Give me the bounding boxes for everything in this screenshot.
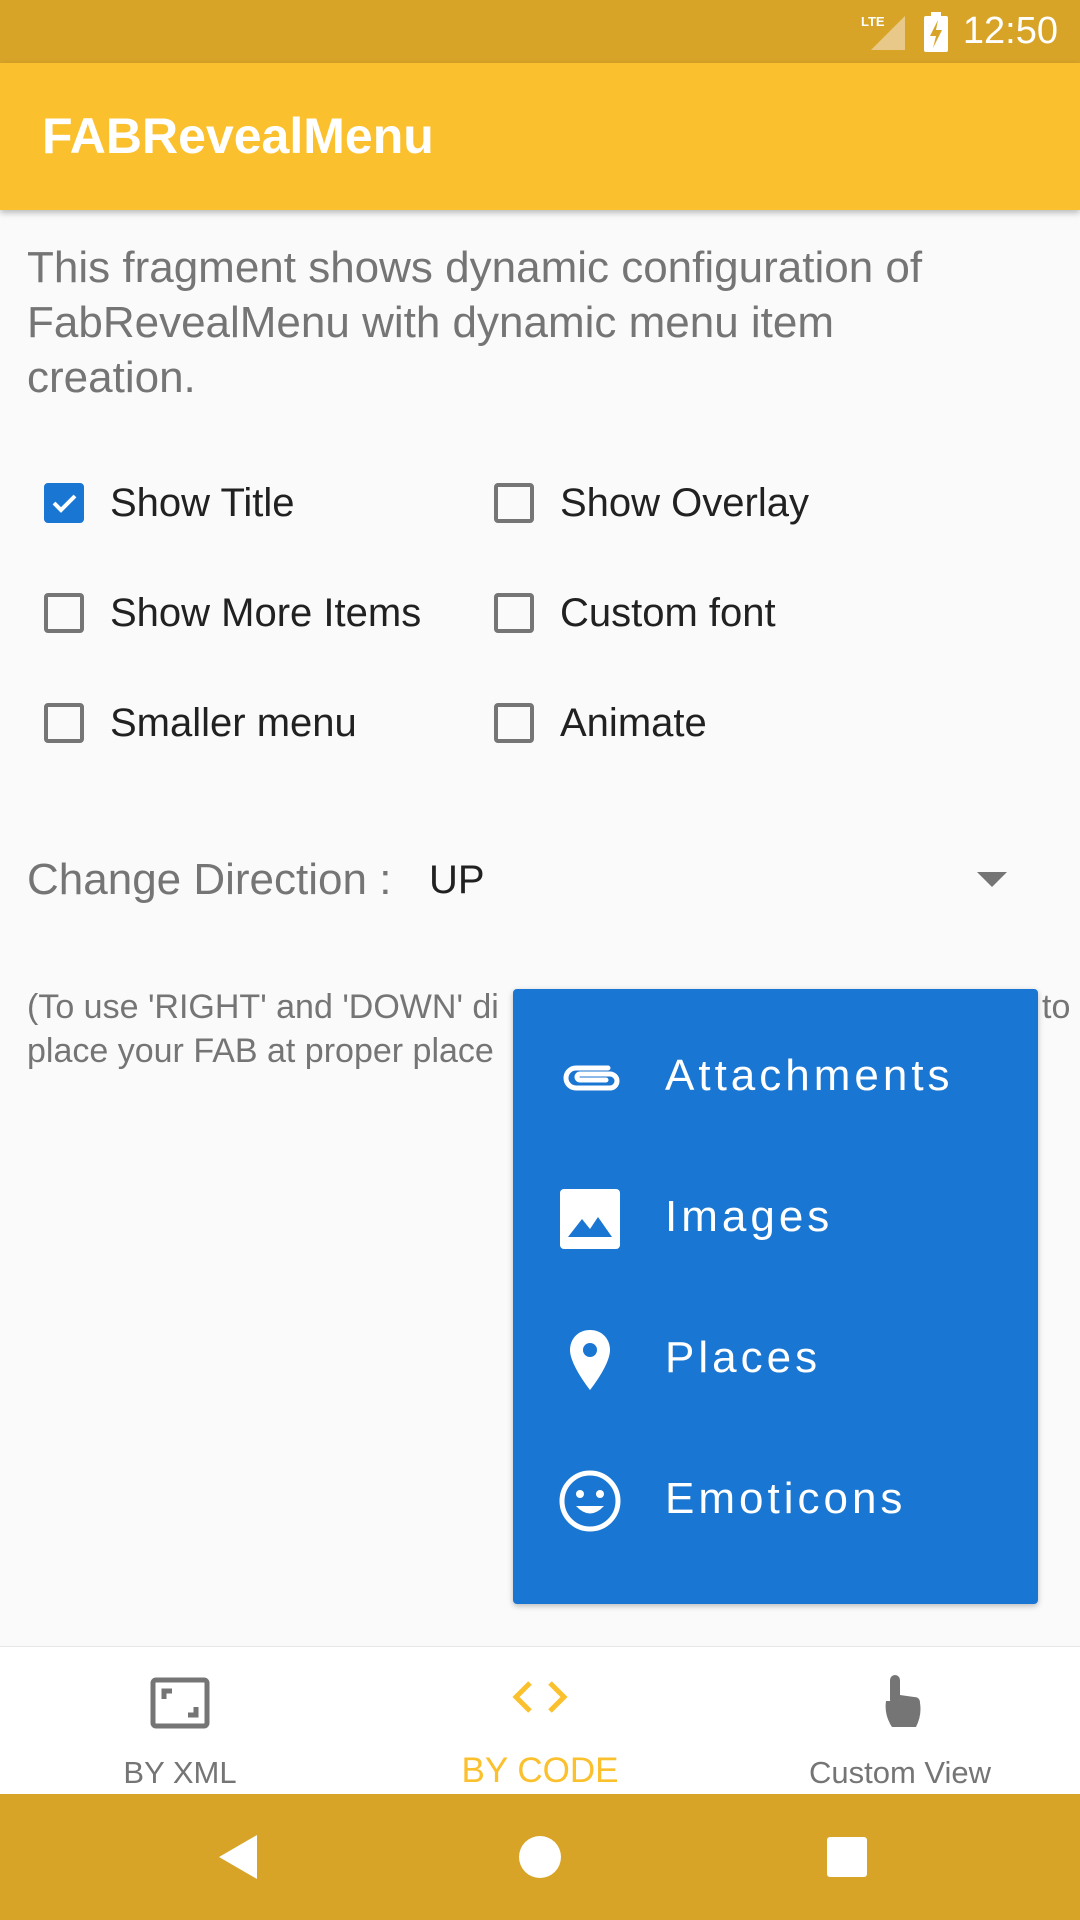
checkbox-label: Animate <box>560 700 707 745</box>
status-bar: LTE 12:50 <box>0 0 1080 63</box>
emoticon-icon <box>559 1470 621 1532</box>
nav-item-custom-view[interactable]: Custom View <box>720 1647 1080 1795</box>
touch-icon <box>885 1675 921 1727</box>
note-line1-start: (To use 'RIGHT' and 'DOWN' di <box>27 988 499 1026</box>
menu-item-label: Attachments <box>665 1051 954 1100</box>
checkbox-label: Smaller menu <box>110 700 357 745</box>
smaller-menu-checkbox[interactable]: Smaller menu <box>44 693 357 753</box>
direction-label: Change Direction : <box>27 855 392 904</box>
menu-item-images[interactable]: Images <box>513 1157 1038 1277</box>
battery-charging-icon <box>923 11 948 52</box>
menu-item-label: Images <box>665 1192 834 1241</box>
nav-label: Custom View <box>808 1755 992 1790</box>
checkbox-unchecked-icon <box>494 703 534 743</box>
checkbox-unchecked-icon <box>494 483 534 523</box>
home-icon[interactable] <box>516 1827 564 1887</box>
checkbox-unchecked-icon <box>44 703 84 743</box>
show-overlay-checkbox[interactable]: Show Overlay <box>494 473 809 533</box>
app-title: FABRevealMenu <box>42 108 434 164</box>
bottom-navigation: BY XML BY CODE Custom View <box>0 1646 1080 1795</box>
system-navigation-bar <box>0 1794 1080 1920</box>
note-line1-end: to <box>1042 988 1071 1026</box>
crop-free-icon <box>150 1677 210 1729</box>
recents-icon[interactable] <box>823 1827 871 1887</box>
menu-item-attachments[interactable]: Attachments <box>513 1016 1038 1136</box>
attachment-icon <box>563 1065 620 1091</box>
nav-label: BY XML <box>123 1755 237 1790</box>
nav-item-by-code[interactable]: BY CODE <box>360 1647 720 1795</box>
description-text: This fragment shows dynamic configuratio… <box>27 243 923 402</box>
code-icon <box>512 1681 568 1713</box>
svg-text:LTE: LTE <box>861 14 885 29</box>
fab-reveal-menu: Attachments Images Places Emoticons <box>513 989 1038 1604</box>
checkbox-label: Show Overlay <box>560 480 809 525</box>
status-time: 12:50 <box>962 10 1058 52</box>
direction-spinner[interactable]: UP <box>429 850 485 910</box>
dropdown-arrow-icon[interactable] <box>977 872 1007 888</box>
lte-signal-icon: LTE <box>861 14 905 50</box>
checkbox-label: Show More Items <box>110 590 422 635</box>
image-icon <box>560 1189 620 1249</box>
show-title-checkbox[interactable]: Show Title <box>44 473 295 533</box>
menu-item-places[interactable]: Places <box>513 1298 1038 1418</box>
menu-item-label: Emoticons <box>665 1474 907 1523</box>
checkbox-label: Show Title <box>110 480 295 525</box>
place-icon <box>570 1330 610 1390</box>
checkbox-label: Custom font <box>560 590 776 635</box>
animate-checkbox[interactable]: Animate <box>494 693 707 753</box>
checkbox-checked-icon <box>44 483 84 523</box>
custom-font-checkbox[interactable]: Custom font <box>494 583 776 643</box>
direction-row: Change Direction : UP <box>27 850 1027 910</box>
show-more-items-checkbox[interactable]: Show More Items <box>44 583 421 643</box>
menu-item-label: Places <box>665 1333 822 1382</box>
checkbox-unchecked-icon <box>494 593 534 633</box>
menu-item-emoticons[interactable]: Emoticons <box>513 1439 1038 1559</box>
back-icon[interactable] <box>213 1827 261 1887</box>
app-bar: FABRevealMenu <box>0 63 1080 210</box>
nav-label: BY CODE <box>461 1751 619 1790</box>
status-icons: LTE 12:50 <box>859 0 1058 63</box>
checkbox-unchecked-icon <box>44 593 84 633</box>
nav-item-by-xml[interactable]: BY XML <box>0 1647 360 1795</box>
